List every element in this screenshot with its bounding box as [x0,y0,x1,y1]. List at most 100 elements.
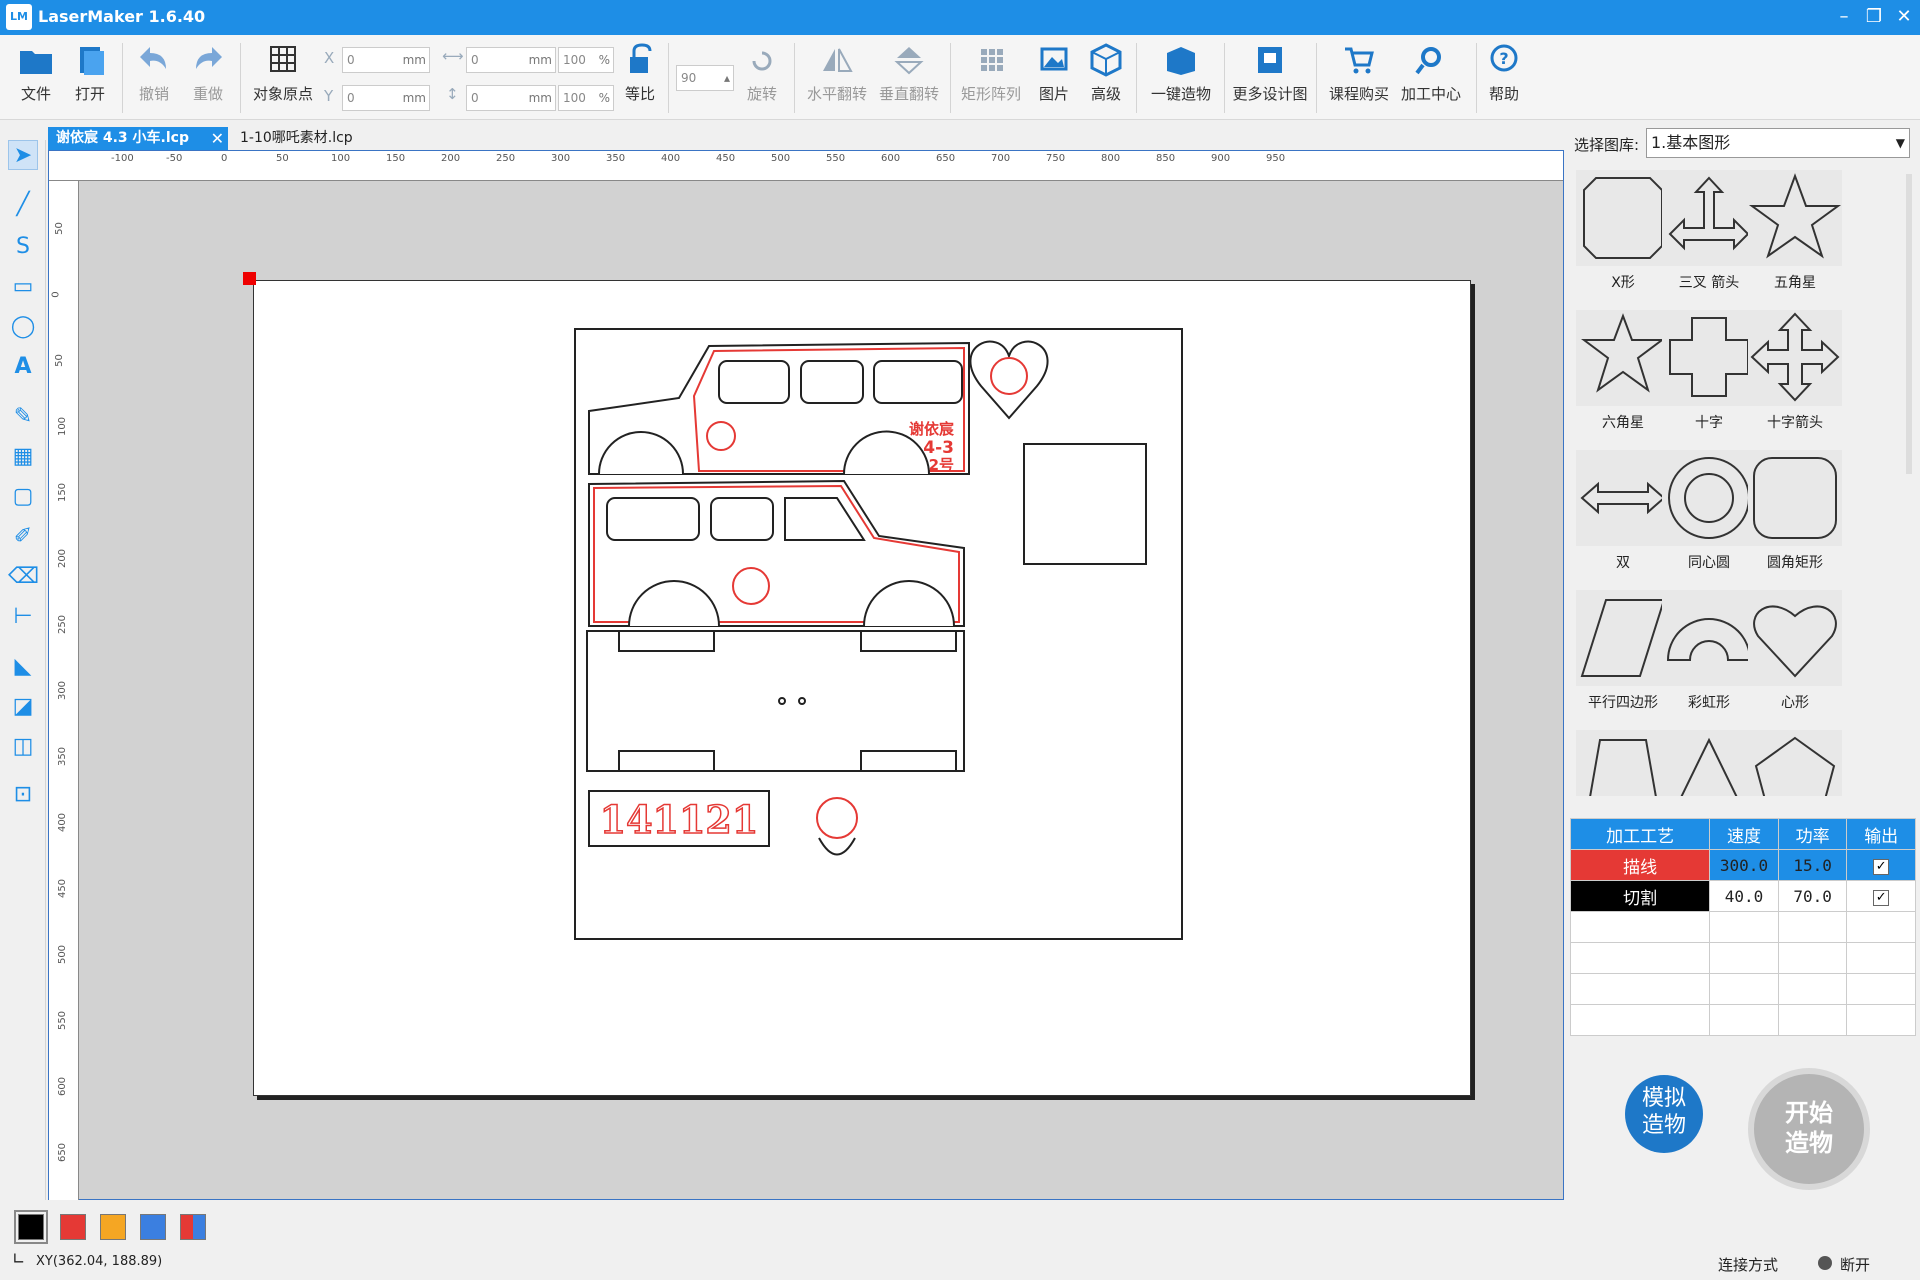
design-drawing[interactable]: 谢依宸 4-3 2号 141121 [569,326,1189,946]
advanced-button[interactable]: 高级 [1084,43,1128,115]
simulate-button[interactable]: 模拟造物 [1625,1075,1703,1153]
ruler-tick-label: 0 [221,153,228,164]
rotate-angle-input[interactable]: 90 ▴ [676,65,734,91]
course-purchase-button[interactable]: 课程购买 [1322,43,1396,115]
arrange-tool-icon[interactable]: ◫ [8,732,38,762]
help-button[interactable]: ? 帮助 [1482,43,1526,115]
y-label: Y [324,87,334,105]
height-percent-input[interactable]: 100% [558,85,614,111]
image-button[interactable]: 图片 [1032,43,1076,115]
align-tool-icon[interactable]: ◣ [8,652,38,682]
rectangle-tool-icon[interactable]: ▭ [8,272,38,302]
color-swatch-orange[interactable] [100,1214,126,1240]
width-input[interactable]: 0 mm [466,47,556,73]
rect-array-button[interactable]: 矩形阵列 [956,43,1026,115]
color-swatch-black[interactable] [14,1210,48,1244]
edit-tool-icon[interactable]: ✐ [8,522,38,552]
app-logo: LM [6,4,32,30]
y-input[interactable]: 0 mm [342,85,430,111]
shape-item-triangle[interactable] [1660,730,1758,796]
ruler-tick-label: 550 [57,1010,69,1031]
process-row-cut[interactable]: 切割 40.0 70.0 ✓ [1569,880,1916,912]
lock-ratio-button[interactable]: 等比 [618,43,662,115]
flip-vertical-button[interactable]: 垂直翻转 [874,43,944,115]
shape-item-double-arrow[interactable]: 双 [1574,450,1672,590]
process-name[interactable]: 描线 [1569,849,1711,881]
close-button[interactable]: ✕ [1890,4,1918,30]
object-origin-button[interactable]: 对象原点 [248,43,318,115]
ellipse-tool-icon[interactable]: ◯ [8,312,38,342]
output-checkbox[interactable]: ✓ [1873,890,1890,906]
speed-cell[interactable]: 300.0 [1709,849,1779,881]
process-name[interactable]: 切割 [1569,880,1711,912]
flip-horizontal-button[interactable]: 水平翻转 [802,43,872,115]
shape-item-parallelogram[interactable]: 平行四边形 [1574,590,1672,730]
select-tool-icon[interactable]: ➤ [8,140,38,170]
width-percent-input[interactable]: 100% [558,47,614,73]
open-button[interactable]: 打开 [68,43,112,115]
ruler-tick-label: 600 [881,153,901,164]
height-input[interactable]: 0 mm [466,85,556,111]
undo-button[interactable]: 撤销 [132,43,176,115]
shape-item-cross[interactable]: 十字 [1660,310,1758,450]
origin-marker[interactable] [243,272,256,285]
file-button[interactable]: 文件 [14,43,58,115]
ruler-tick-label: 650 [936,153,956,164]
ruler-tick-label: 50 [53,222,65,235]
distribute-tool-icon[interactable]: ◪ [8,692,38,722]
shape-scrollbar[interactable] [1904,164,1914,796]
ruler-tick-label: 600 [57,1076,69,1097]
canvas-area[interactable]: -100 -50 0 50 100 150 200 250 300 350 400 450 500 550… [48,150,1564,1201]
power-cell[interactable]: 70.0 [1777,880,1848,912]
col-process: 加工工艺 [1569,818,1711,850]
more-designs-button[interactable]: 更多设计图 [1228,43,1312,115]
tab-second-file[interactable]: 1-10哪吒素材.lcp [232,127,392,150]
color-swatch-red[interactable] [60,1214,86,1240]
shape-tool-icon[interactable]: ▢ [8,482,38,512]
output-checkbox[interactable]: ✓ [1873,859,1890,875]
start-button[interactable]: 开始造物 [1748,1068,1870,1190]
tab-current-file[interactable]: 谢依宸 4.3 小车.lcp ✕ [48,127,228,150]
shape-item-pentagon[interactable] [1746,730,1844,796]
one-click-make-button[interactable]: 一键造物 [1144,43,1218,115]
line-tool-icon[interactable]: ╱ [8,190,38,220]
color-swatch-blue[interactable] [140,1214,166,1240]
shape-item-trapezoid[interactable] [1574,730,1672,796]
car-side-2 [588,479,965,627]
curve-tool-icon[interactable]: S [8,232,38,262]
square-cutout [1023,443,1147,565]
restore-button[interactable]: ❐ [1860,4,1888,30]
minimize-button[interactable]: – [1830,4,1858,30]
shape-item-rounded-rectangle[interactable]: 圆角矩形 [1746,450,1844,590]
shape-item-rainbow[interactable]: 彩虹形 [1660,590,1758,730]
shape-item-six-point-star[interactable]: 六角星 [1574,310,1672,450]
text-tool-icon[interactable]: A [8,352,38,382]
shape-item-heart[interactable]: 心形 [1746,590,1844,730]
eraser-tool-icon[interactable]: ⌫ [8,562,39,592]
ruler-tick-label: 850 [1156,153,1176,164]
shape-thumbnail [1662,310,1756,406]
ruler-tick-label: 150 [57,482,69,503]
library-select[interactable]: 1.基本图形 ▼ [1646,128,1910,158]
color-swatch-multi[interactable] [180,1214,206,1240]
redo-button[interactable]: 重做 [186,43,230,115]
drawing-tools: ➤ ╱ S ▭ ◯ A ✎ ▦ ▢ ✐ ⌫ ⊢ ◣ ◪ ◫ ⊡ [0,140,46,1200]
speed-cell[interactable]: 40.0 [1709,880,1779,912]
table-tool-icon[interactable]: ▦ [8,442,38,472]
process-center-button[interactable]: 加工中心 [1394,43,1468,115]
ruler-tick-label: 550 [826,153,846,164]
shape-item-trident-arrow[interactable]: 三叉 箭头 [1660,170,1758,310]
process-row-line[interactable]: 描线 300.0 15.0 ✓ [1569,849,1916,881]
shape-item-concentric-circle[interactable]: 同心圆 [1660,450,1758,590]
shape-item-five-point-star[interactable]: 五角星 [1746,170,1844,310]
shape-label: 五角星 [1774,275,1816,291]
close-tab-icon[interactable]: ✕ [211,127,224,150]
camera-tool-icon[interactable]: ⊡ [8,780,38,810]
power-cell[interactable]: 15.0 [1777,849,1848,881]
x-input[interactable]: 0 mm [342,47,430,73]
pencil-tool-icon[interactable]: ✎ [8,402,38,432]
shape-item-x-shape[interactable]: X形 [1574,170,1672,310]
measure-tool-icon[interactable]: ⊢ [8,602,38,632]
rotate-button[interactable]: 旋转 [740,43,784,115]
shape-item-cross-arrow[interactable]: 十字箭头 [1746,310,1844,450]
